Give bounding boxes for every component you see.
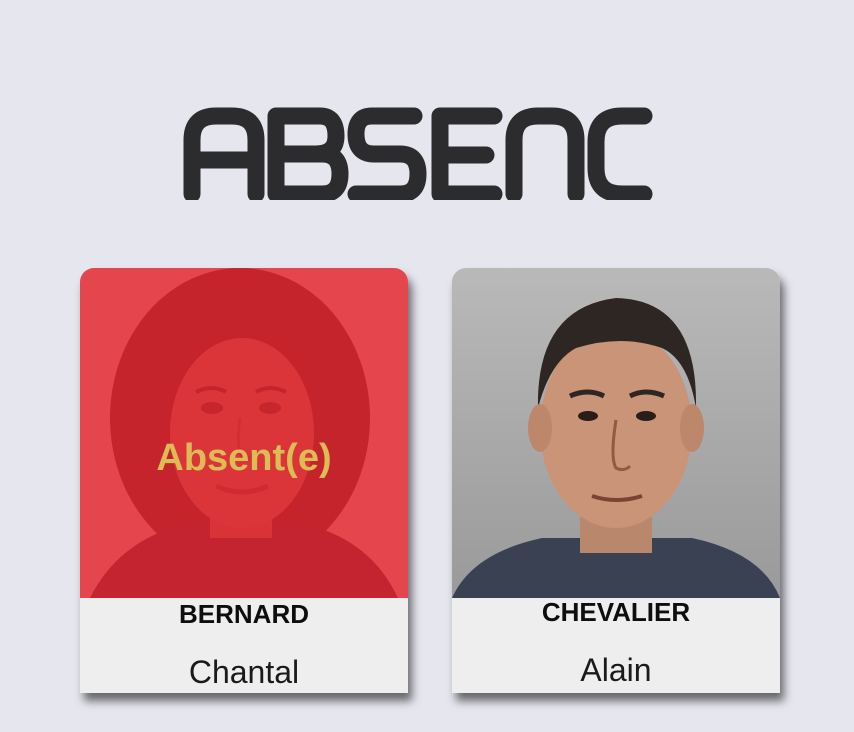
- person-last-name: BERNARD: [179, 599, 309, 629]
- page-title: [0, 82, 854, 205]
- person-last-name: CHEVALIER: [541, 597, 691, 627]
- absent-status-label: Absent(e): [156, 437, 332, 479]
- page-title-logotype: [183, 107, 653, 200]
- portrait-image: [452, 268, 780, 598]
- person-card-chevalier[interactable]: CHEVALIER Alain: [452, 268, 780, 693]
- absent-overlay: [80, 268, 408, 598]
- person-photo: [452, 268, 780, 598]
- person-first-name: Alain: [580, 652, 652, 688]
- person-card-bernard[interactable]: Absent(e) BERNARD Chantal: [80, 268, 408, 693]
- person-first-name: Chantal: [188, 654, 300, 690]
